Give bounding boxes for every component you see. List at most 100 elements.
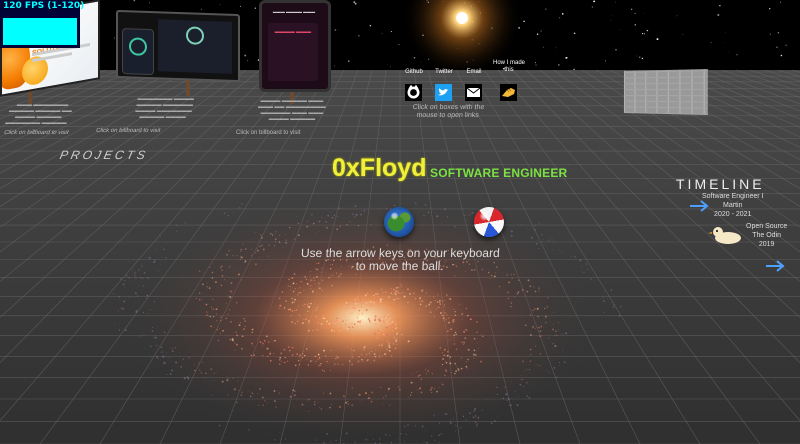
galaxy-star [250, 354, 253, 357]
galaxy-star [156, 248, 158, 250]
galaxy-star [356, 311, 358, 313]
galaxy-star [262, 345, 264, 347]
galaxy-star [330, 403, 332, 406]
galaxy-star [291, 346, 294, 349]
galaxy-star [388, 344, 390, 347]
galaxy-star [357, 301, 359, 303]
galaxy-star [427, 370, 429, 372]
galaxy-star [153, 261, 155, 264]
galaxy-star [142, 277, 144, 279]
click-boxes-hint: Click on boxes with the mouse to open li… [412, 104, 485, 119]
twitter-link[interactable]: Twitter [430, 68, 458, 106]
galaxy-star [604, 283, 606, 285]
galaxy-star [234, 268, 235, 270]
galaxy-star [194, 369, 196, 372]
galaxy-star [282, 292, 283, 293]
star [682, 34, 684, 36]
galaxy-star [336, 228, 338, 231]
galaxy-star [407, 424, 409, 426]
galaxy-star [147, 277, 150, 280]
galaxy-star [391, 329, 393, 331]
galaxy-star [547, 358, 549, 360]
galaxy-star [259, 341, 262, 343]
galaxy-star [289, 308, 292, 311]
galaxy-star [393, 204, 396, 207]
billboard-2-caption: Click on billboard to visit [95, 128, 161, 134]
galaxy-star [563, 361, 566, 363]
galaxy-star [128, 260, 130, 262]
galaxy-star [421, 289, 424, 292]
galaxy-star [361, 359, 363, 361]
star [719, 5, 721, 7]
galaxy-star [468, 412, 471, 415]
galaxy-star [142, 265, 143, 267]
timeline-entry-2: Open Source The Odin 2019 [746, 222, 787, 249]
github-link[interactable]: Github [400, 68, 428, 106]
galaxy-star [394, 328, 396, 330]
galaxy-star [480, 334, 481, 336]
galaxy-star [160, 263, 162, 265]
galaxy-star [306, 278, 308, 280]
galaxy-star [330, 440, 332, 443]
galaxy-star [294, 298, 297, 301]
fps-counter[interactable]: 120 FPS (1-120) [0, 0, 84, 48]
galaxy-star [545, 322, 547, 324]
galaxy-star [534, 307, 536, 310]
social-links: Github Twitter Email How I made this [400, 60, 530, 106]
galaxy-star [241, 203, 243, 205]
galaxy-star [564, 355, 566, 357]
galaxy-star [365, 309, 368, 311]
email-link[interactable]: Email [460, 68, 488, 106]
galaxy-star [493, 275, 496, 278]
billboard-project-2[interactable] [116, 9, 240, 83]
galaxy-star [390, 292, 393, 294]
galaxy-star [342, 320, 344, 323]
galaxy-star [294, 288, 296, 290]
galaxy-star [236, 343, 238, 346]
galaxy-star [228, 249, 230, 252]
galaxy-star [262, 354, 264, 357]
earth-ball[interactable] [384, 207, 414, 237]
galaxy-star [303, 289, 305, 291]
galaxy-star [227, 394, 229, 396]
galaxy-star [385, 291, 387, 293]
galaxy-star [198, 362, 200, 364]
galaxy-star [217, 339, 220, 342]
galaxy-star [439, 300, 441, 302]
galaxy-star [562, 350, 563, 352]
galaxy-star [553, 241, 555, 243]
galaxy-star [449, 362, 452, 365]
galaxy-star [120, 307, 122, 309]
galaxy-star [460, 367, 463, 370]
galaxy-star [334, 323, 336, 324]
beach-ball[interactable] [474, 207, 504, 237]
galaxy-star [268, 244, 270, 247]
galaxy-star [219, 332, 222, 334]
how-i-made-this-link[interactable]: How I made this [492, 60, 526, 106]
galaxy-star [278, 297, 281, 300]
galaxy-star [379, 320, 382, 322]
galaxy-star [466, 329, 468, 332]
galaxy-star [310, 360, 312, 362]
galaxy-star [326, 226, 328, 229]
galaxy-star [393, 323, 395, 325]
galaxy-star [551, 249, 553, 251]
galaxy-star [465, 365, 468, 368]
galaxy-star [379, 298, 382, 301]
star [639, 56, 641, 58]
galaxy-star [349, 312, 351, 314]
galaxy-star [124, 279, 126, 282]
galaxy-star [417, 375, 420, 377]
galaxy-star [237, 380, 239, 382]
galaxy-star [308, 305, 311, 308]
galaxy-star [125, 274, 128, 277]
galaxy-star [275, 231, 277, 233]
galaxy-star [293, 395, 295, 397]
galaxy-star [450, 328, 452, 331]
galaxy-star [536, 364, 539, 366]
galaxy-star [154, 260, 156, 262]
billboard-top-text: ▬▬▬ ▬▬▬▬ ▬▬▬ [272, 9, 316, 14]
galaxy-star [390, 355, 393, 357]
galaxy-star [438, 434, 441, 437]
billboard-project-3[interactable]: ▬▬▬ ▬▬▬▬ ▬▬▬ ▬▬▬▬ ▬▬▬ [259, 0, 331, 92]
